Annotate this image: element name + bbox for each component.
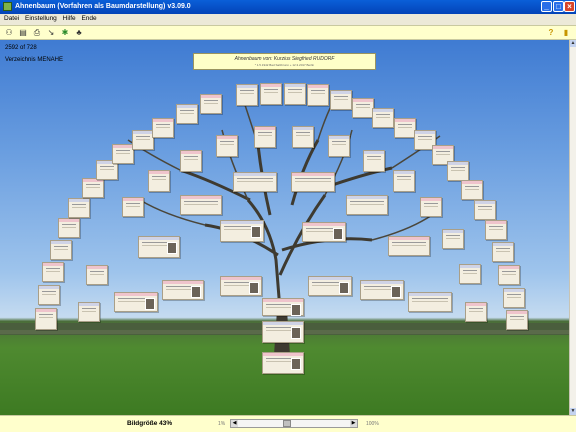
person-card[interactable] [138,236,180,258]
person-card[interactable] [50,240,72,260]
person-card[interactable] [393,170,415,192]
person-card[interactable] [262,298,304,316]
person-card[interactable] [42,262,64,282]
directory-label: Verzeichnis MENAHE [5,57,64,63]
person-card[interactable] [442,229,464,249]
scroll-down-arrow-icon[interactable]: ▼ [570,408,576,415]
zoom-max-label: 100% [366,421,379,427]
person-card[interactable] [447,161,469,181]
person-card[interactable] [485,220,507,240]
tree-subtitle: * 1.5.1942 Bad Salzbrunn + 12.3.2017 Ber… [254,63,315,67]
person-card[interactable] [292,126,314,148]
person-card[interactable] [408,292,452,312]
tree-icon[interactable]: ♣ [74,28,84,38]
person-card[interactable] [180,150,202,172]
zoom-label: Bildgröße 43% [127,420,173,427]
window-title: Ahnenbaum (Vorfahren als Baumdarstellung… [15,3,191,10]
chart-icon[interactable]: ▤ [18,28,28,38]
exit-icon[interactable]: ▮ [561,28,571,38]
person-card[interactable] [307,84,329,106]
person-card[interactable] [254,126,276,148]
menu-einstellung[interactable]: Einstellung [25,15,57,22]
person-card[interactable] [216,135,238,157]
person-card[interactable] [372,108,394,128]
person-card[interactable] [114,292,158,312]
person-card[interactable] [498,265,520,285]
person-card[interactable] [291,172,335,192]
toolbar: ⚇ ▤ ⎙ ↘ ✱ ♣ ? ▮ [0,25,576,40]
menu-hilfe[interactable]: Hilfe [63,15,76,22]
person-card[interactable] [176,104,198,124]
person-card[interactable] [506,310,528,330]
vertical-scrollbar[interactable]: ▲ ▼ [569,40,576,415]
star-icon[interactable]: ✱ [60,28,70,38]
person-card[interactable] [492,242,514,262]
person-card[interactable] [394,118,416,138]
person-card[interactable] [58,218,80,238]
person-card[interactable] [132,130,154,150]
people-icon[interactable]: ⚇ [4,28,14,38]
person-count: 2592 of 728 [5,45,37,51]
person-card[interactable] [308,276,352,296]
zoom-slider[interactable]: ◀ ▶ [230,419,358,428]
person-card[interactable] [346,195,388,215]
stats-panel: 2592 of 728 Verzeichnis MENAHE [5,42,63,66]
person-card[interactable] [461,180,483,200]
app-icon [3,2,12,11]
person-card[interactable] [220,276,262,296]
person-card[interactable] [363,150,385,172]
maximize-button[interactable]: □ [553,1,564,12]
person-card[interactable] [459,264,481,284]
menu-ende[interactable]: Ende [81,15,96,22]
person-card[interactable] [35,308,57,330]
person-card[interactable] [200,94,222,114]
tree-header: Ahnenbaum von: Kurzius Siegfried RUDORF … [193,53,376,70]
tree-title: Ahnenbaum von: Kurzius Siegfried RUDORF [234,56,335,62]
menu-datei[interactable]: Datei [4,15,19,22]
minimize-button[interactable]: _ [541,1,552,12]
tree-canvas[interactable]: 2592 of 728 Verzeichnis MENAHE Ahnenbaum… [0,40,569,415]
person-card[interactable] [233,172,277,192]
status-bar: Bildgröße 43% 1% ◀ ▶ 100% [0,415,576,432]
menu-bar: Datei Einstellung Hilfe Ende [0,14,576,25]
person-card[interactable] [420,197,442,217]
person-card[interactable] [360,280,404,300]
person-card[interactable] [284,83,306,105]
person-card[interactable] [330,90,352,110]
person-card[interactable] [328,135,350,157]
person-card[interactable] [152,118,174,138]
person-card[interactable] [148,170,170,192]
person-card[interactable] [465,302,487,322]
person-card[interactable] [236,84,258,106]
person-card[interactable] [474,200,496,220]
slider-left-arrow-icon[interactable]: ◀ [231,420,238,427]
person-card[interactable] [220,220,264,242]
person-card[interactable] [86,265,108,285]
person-card[interactable] [352,98,374,118]
person-card[interactable] [262,352,304,374]
person-card[interactable] [180,195,222,215]
person-card[interactable] [262,321,304,343]
person-card[interactable] [82,178,104,198]
scroll-up-arrow-icon[interactable]: ▲ [570,40,576,47]
person-card[interactable] [388,236,430,256]
close-button[interactable]: × [564,1,575,12]
person-card[interactable] [503,288,525,308]
person-card[interactable] [112,144,134,164]
slider-right-arrow-icon[interactable]: ▶ [350,420,357,427]
arrow-icon[interactable]: ↘ [46,28,56,38]
print-icon[interactable]: ⎙ [32,28,42,38]
title-bar: Ahnenbaum (Vorfahren als Baumdarstellung… [0,0,576,14]
slider-thumb[interactable] [282,420,291,427]
person-card[interactable] [68,198,90,218]
person-card[interactable] [122,197,144,217]
person-card[interactable] [78,302,100,322]
person-card[interactable] [162,280,204,300]
zoom-min-label: 1% [218,421,226,427]
person-card[interactable] [260,83,282,105]
person-card[interactable] [302,222,346,242]
help-icon[interactable]: ? [546,28,556,38]
person-card[interactable] [38,285,60,305]
